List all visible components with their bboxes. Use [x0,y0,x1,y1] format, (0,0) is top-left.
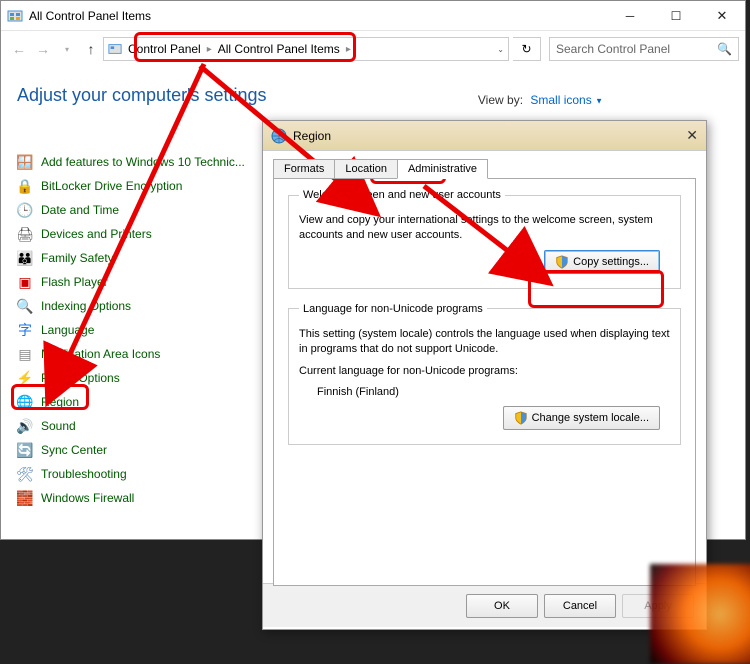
breadcrumb-part[interactable]: Control Panel [128,42,201,56]
ok-button[interactable]: OK [466,594,538,618]
item-label: Region [41,395,79,409]
titlebar: All Control Panel Items ─ ☐ ✕ [1,1,745,31]
control-panel-icon [7,8,23,24]
item-icon: ▣ [17,274,33,290]
item-label: Flash Player [41,275,108,289]
shield-icon [514,411,528,425]
item-label: Language [41,323,94,337]
item-label: Sync Center [41,443,107,457]
cancel-button[interactable]: Cancel [544,594,616,618]
control-panel-icon [108,42,122,56]
nav-up-button[interactable]: ↑ [79,37,103,61]
view-by-value[interactable]: Small icons [530,93,591,107]
refresh-button[interactable]: ↻ [513,37,541,61]
search-input[interactable]: Search Control Panel 🔍 [549,37,739,61]
item-icon: 🕒 [17,202,33,218]
item-icon: 👪 [17,250,33,266]
item-icon: 🛠 [17,466,33,482]
tab-panel-administrative: Welcome screen and new user accounts Vie… [273,178,696,586]
search-icon: 🔍 [717,42,732,56]
item-icon: 🔍 [17,298,33,314]
chevron-right-icon: ▸ [346,44,351,55]
item-icon: 🔄 [17,442,33,458]
tab-formats[interactable]: Formats [273,159,335,179]
item-icon: ▤ [17,346,33,362]
close-button[interactable]: ✕ [699,1,745,31]
item-icon: 🔊 [17,418,33,434]
welcome-screen-group: Welcome screen and new user accounts Vie… [288,189,681,289]
item-icon: 🖨 [17,226,33,242]
current-language-value: Finnish (Finland) [317,385,670,400]
change-system-locale-button[interactable]: Change system locale... [503,406,660,430]
item-icon: 🔒 [17,178,33,194]
button-label: Change system locale... [532,412,649,424]
shield-icon [555,255,569,269]
window-title: All Control Panel Items [29,9,607,23]
tab-administrative[interactable]: Administrative [397,159,488,179]
group-description: This setting (system locale) controls th… [299,327,670,358]
item-label: Troubleshooting [41,467,127,481]
maximize-button[interactable]: ☐ [653,1,699,31]
chevron-down-icon[interactable]: ⌄ [497,45,504,54]
apply-button[interactable]: Apply [622,594,694,618]
nav-back-button[interactable]: ← [7,37,31,61]
copy-settings-button[interactable]: Copy settings... [544,250,660,274]
item-icon: 🪟 [17,154,33,170]
minimize-button[interactable]: ─ [607,1,653,31]
current-language-label: Current language for non-Unicode program… [299,364,670,379]
region-dialog: Region ✕ FormatsLocationAdministrative W… [262,120,707,630]
view-by-selector[interactable]: View by: Small icons ▼ [478,93,603,107]
breadcrumb-part[interactable]: All Control Panel Items [218,42,340,56]
item-label: Devices and Printers [41,227,152,241]
item-icon: 🌐 [17,394,33,410]
dialog-footer: OK Cancel Apply [263,583,706,627]
item-icon: 字 [17,322,33,338]
item-label: Power Options [41,371,120,385]
button-label: Copy settings... [573,256,649,268]
item-icon: ⚡ [17,370,33,386]
address-bar[interactable]: Control Panel ▸ All Control Panel Items … [103,37,509,61]
item-label: Indexing Options [41,299,131,313]
item-icon: 🧱 [17,490,33,506]
item-label: Add features to Windows 10 Technic... [41,155,245,169]
page-heading: Adjust your computer's settings [17,85,729,106]
item-label: Windows Firewall [41,491,134,505]
dialog-titlebar: Region ✕ [263,121,706,151]
non-unicode-group: Language for non-Unicode programs This s… [288,303,681,446]
view-by-label: View by: [478,93,523,107]
group-legend: Welcome screen and new user accounts [299,189,505,201]
item-label: Notification Area Icons [41,347,160,361]
tab-location[interactable]: Location [334,159,398,179]
item-label: Sound [41,419,76,433]
close-icon[interactable]: ✕ [686,127,698,144]
chevron-right-icon: ▸ [207,44,212,55]
tab-strip: FormatsLocationAdministrative [273,159,696,179]
group-legend: Language for non-Unicode programs [299,303,487,315]
item-label: Date and Time [41,203,119,217]
nav-history-button[interactable]: ▾ [55,37,79,61]
nav-forward-button[interactable]: → [31,37,55,61]
globe-icon [271,128,287,144]
item-label: BitLocker Drive Encryption [41,179,182,193]
search-placeholder: Search Control Panel [556,42,670,56]
group-description: View and copy your international setting… [299,213,670,244]
nav-bar: ← → ▾ ↑ Control Panel ▸ All Control Pane… [1,31,745,67]
item-label: Family Safety [41,251,114,265]
dialog-title: Region [293,129,331,143]
chevron-down-icon: ▼ [595,96,603,105]
